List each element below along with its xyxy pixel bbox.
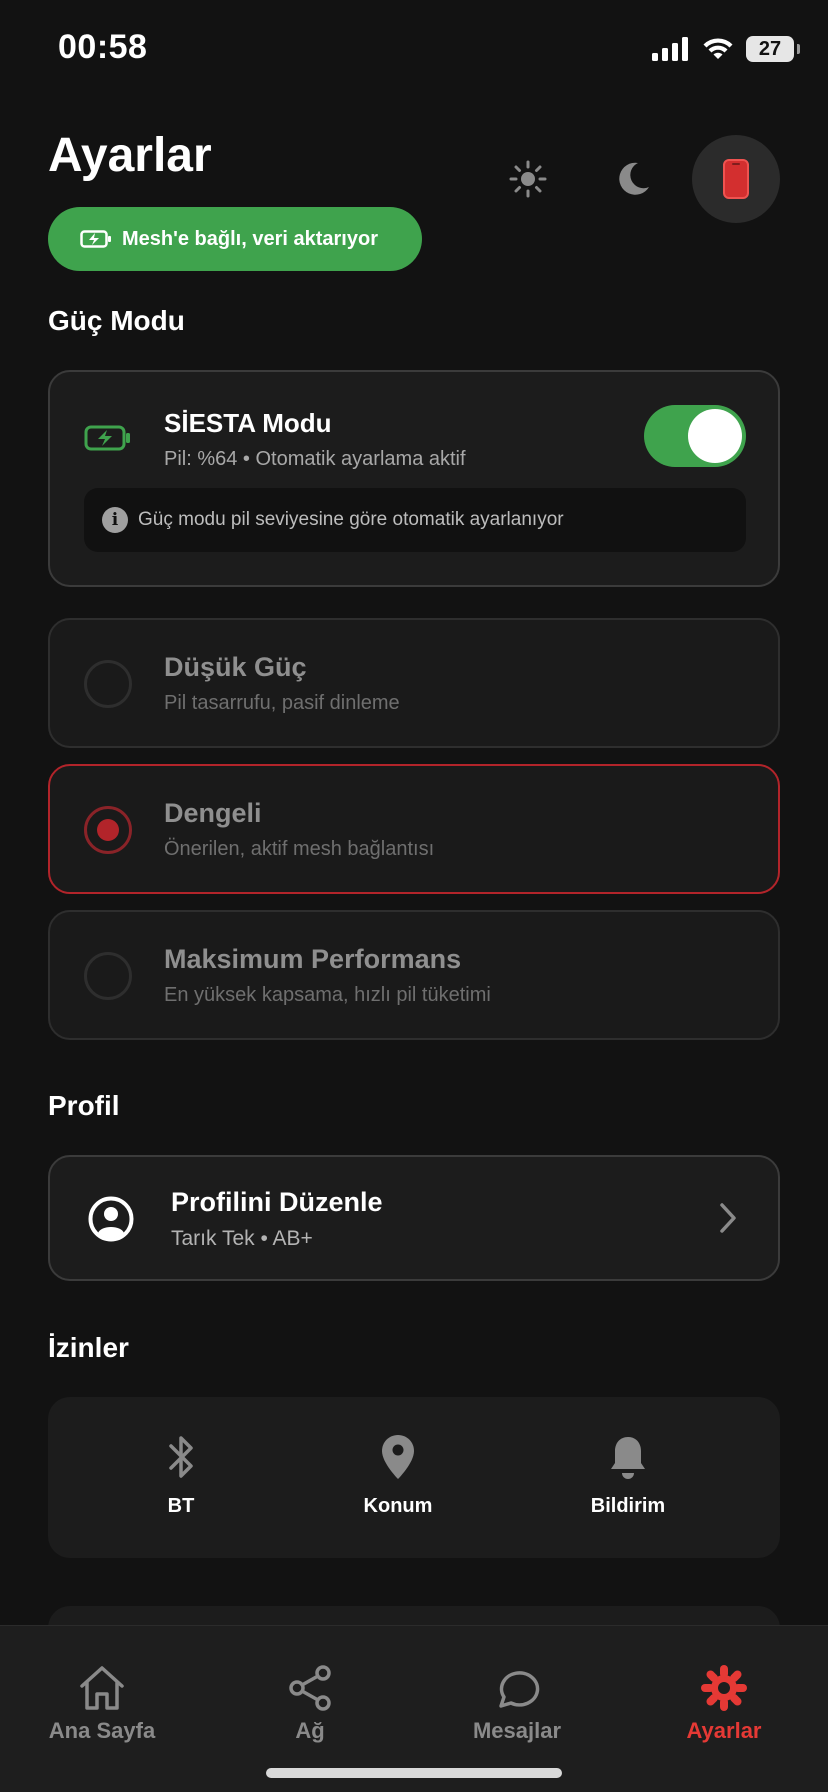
- tab-label: Ana Sayfa: [48, 1718, 156, 1743]
- theme-light-button[interactable]: [484, 135, 572, 223]
- siesta-info-box: i Güç modu pil seviyesine göre otomatik …: [84, 488, 746, 552]
- gear-icon: [701, 1665, 747, 1711]
- status-time: 00:58: [58, 28, 148, 66]
- permissions-card: BT Konum Bildirim: [48, 1397, 780, 1558]
- tab-home[interactable]: Ana Sayfa: [17, 1664, 187, 1744]
- home-indicator[interactable]: [266, 1768, 562, 1778]
- theme-dark-button[interactable]: [588, 135, 676, 223]
- bottom-tab-bar: Ana Sayfa Ağ Mesajlar Ayarlar: [0, 1625, 828, 1792]
- user-circle-icon: [88, 1196, 134, 1242]
- home-icon: [80, 1666, 124, 1710]
- settings-screen: 00:58 27 Ayarlar Mesh'e bağlı, veri akta…: [0, 0, 828, 1792]
- chevron-right-icon: [720, 1203, 736, 1233]
- profile-title: Profilini Düzenle: [171, 1187, 383, 1217]
- permission-label: BT: [167, 1495, 195, 1517]
- permission-location[interactable]: Konum: [323, 1433, 473, 1518]
- wifi-icon: [703, 38, 733, 59]
- moon-icon: [619, 162, 649, 195]
- battery-indicator: 27: [746, 36, 800, 62]
- mode-title: Düşük Güç: [164, 652, 307, 682]
- tab-settings[interactable]: Ayarlar: [639, 1664, 809, 1744]
- tab-label: Ayarlar: [686, 1718, 762, 1743]
- mode-description: Pil tasarrufu, pasif dinleme: [164, 692, 400, 714]
- location-pin-icon: [382, 1435, 414, 1479]
- siesta-title: SİESTA Modu: [164, 408, 332, 438]
- mesh-status-text: Mesh'e bağlı, veri aktarıyor: [122, 227, 378, 250]
- chat-bubble-icon: [499, 1671, 540, 1708]
- tab-messages[interactable]: Mesajlar: [432, 1664, 602, 1744]
- page-title: Ayarlar: [48, 129, 212, 182]
- status-icons: 27: [652, 34, 800, 64]
- mode-option-max-performance[interactable]: Maksimum Performans En yüksek kapsama, h…: [48, 910, 780, 1040]
- cellular-signal-icon: [652, 37, 688, 61]
- mesh-status-badge: Mesh'e bağlı, veri aktarıyor: [48, 207, 422, 271]
- permission-notification[interactable]: Bildirim: [553, 1433, 703, 1518]
- siesta-info-text: Güç modu pil seviyesine göre otomatik ay…: [138, 509, 564, 530]
- mode-title: Dengeli: [164, 798, 262, 828]
- radio-button[interactable]: [84, 806, 132, 854]
- sun-icon: [509, 160, 547, 198]
- siesta-toggle[interactable]: [644, 405, 746, 467]
- radio-button[interactable]: [84, 952, 132, 1000]
- info-icon: i: [102, 507, 128, 533]
- mode-title: Maksimum Performans: [164, 944, 462, 974]
- battery-charging-icon: [84, 425, 130, 451]
- radio-button[interactable]: [84, 660, 132, 708]
- mode-description: En yüksek kapsama, hızlı pil tüketimi: [164, 984, 491, 1006]
- siesta-card: SİESTA Modu Pil: %64 • Otomatik ayarlama…: [48, 370, 780, 587]
- edit-profile-row[interactable]: Profilini Düzenle Tarık Tek • AB+: [48, 1155, 780, 1281]
- permission-bluetooth[interactable]: BT: [106, 1433, 256, 1518]
- radio-selected-dot: [97, 819, 119, 841]
- mode-option-balanced[interactable]: Dengeli Önerilen, aktif mesh bağlantısı: [48, 764, 780, 894]
- power-section-title: Güç Modu: [48, 305, 185, 336]
- bell-icon: [611, 1437, 645, 1479]
- battery-charging-icon: [80, 230, 111, 248]
- bluetooth-icon: [169, 1436, 193, 1478]
- share-network-icon: [289, 1665, 331, 1711]
- tab-network[interactable]: Ağ: [225, 1664, 395, 1744]
- permissions-section-title: İzinler: [48, 1332, 129, 1363]
- tab-label: Ağ: [295, 1718, 325, 1743]
- mode-description: Önerilen, aktif mesh bağlantısı: [164, 838, 435, 860]
- toggle-knob: [688, 409, 742, 463]
- tab-label: Mesajlar: [472, 1718, 562, 1743]
- profile-subtitle: Tarık Tek • AB+: [171, 1227, 313, 1250]
- permission-label: Bildirim: [590, 1495, 666, 1517]
- smartphone-icon: [723, 159, 749, 199]
- theme-device-button[interactable]: [692, 135, 780, 223]
- permission-label: Konum: [363, 1495, 433, 1517]
- siesta-subtitle: Pil: %64 • Otomatik ayarlama aktif: [164, 448, 466, 470]
- battery-level: 27: [758, 37, 782, 60]
- profile-section-title: Profil: [48, 1090, 120, 1121]
- mode-option-low-power[interactable]: Düşük Güç Pil tasarrufu, pasif dinleme: [48, 618, 780, 748]
